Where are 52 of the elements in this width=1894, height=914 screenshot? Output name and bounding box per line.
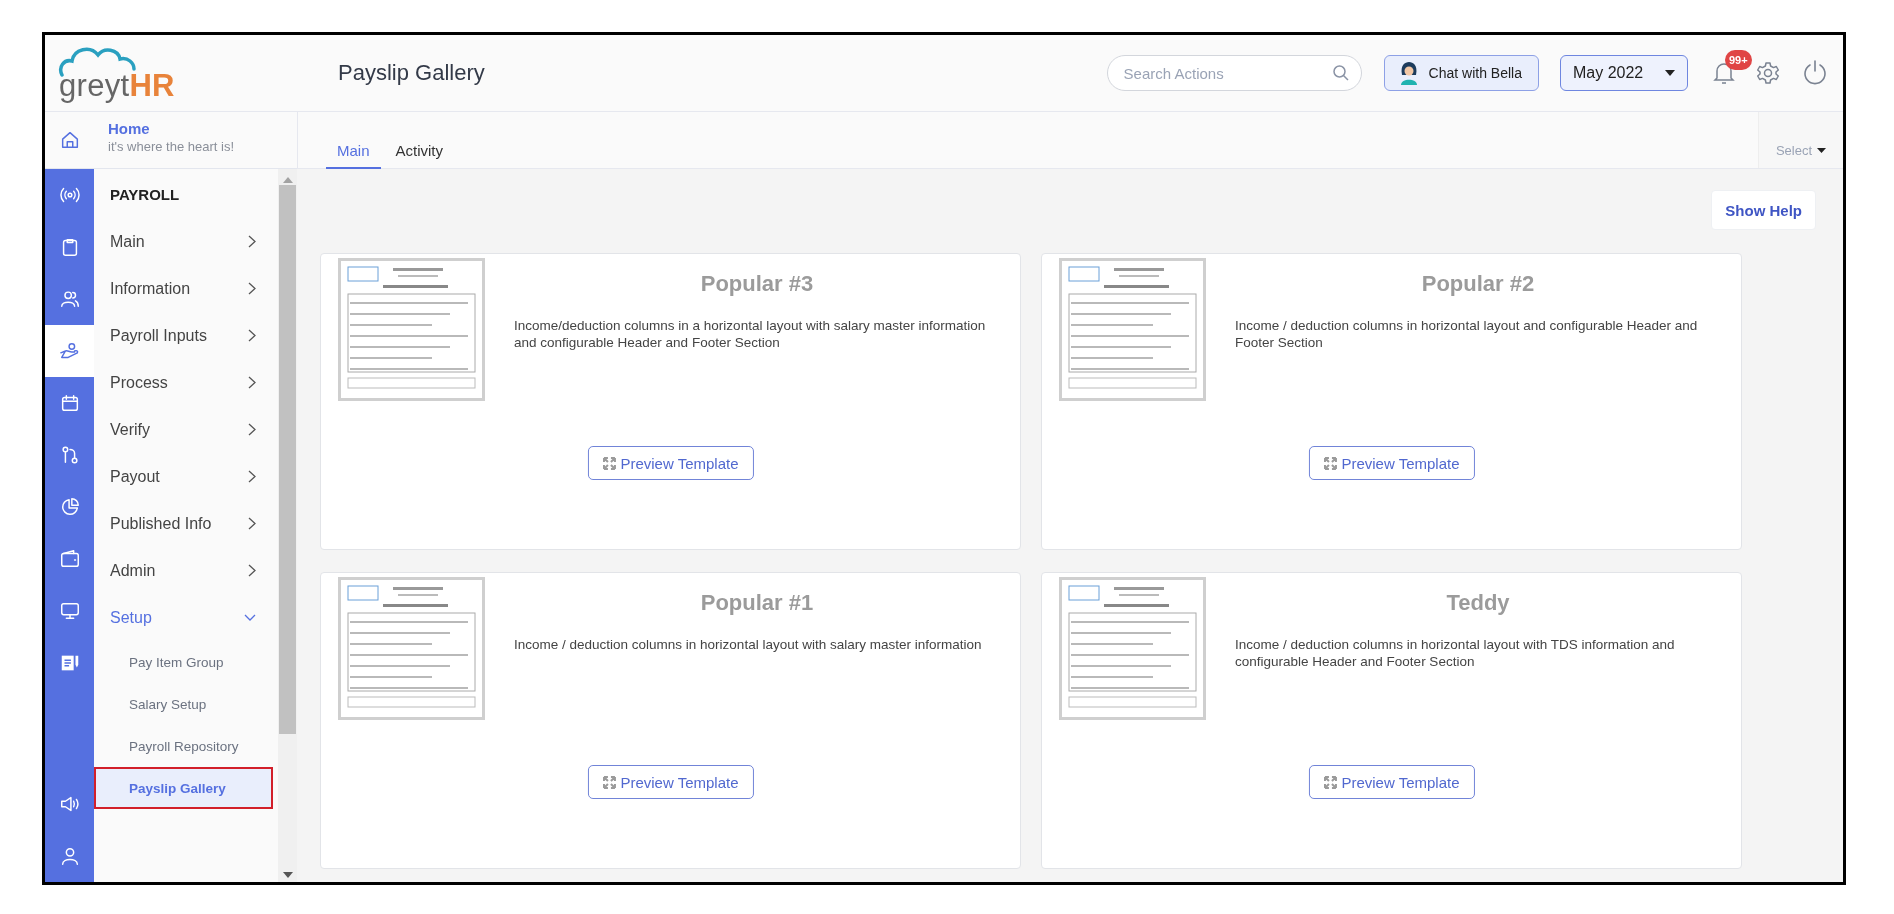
submenu-item[interactable]: Payslip Gallery (94, 767, 273, 809)
caret-icon (1817, 148, 1827, 153)
menu-heading: PAYROLL (109, 185, 181, 205)
template-description: Income / deduction columns in horizontal layout with salary master information (514, 636, 983, 653)
home-subtitle: it's where the heart is! (108, 139, 235, 154)
template-description: Income/deduction columns in a horizontal layout with salary master information and configurable Header and Footer Section (514, 317, 987, 351)
menu-item[interactable]: Process (94, 359, 278, 406)
page-title: Payslip Gallery (338, 60, 486, 86)
power-icon[interactable] (1802, 60, 1828, 86)
notification-badge: 99+ (1725, 50, 1752, 70)
preview-template-button[interactable]: Preview Template (587, 765, 754, 799)
preview-template-button[interactable]: Preview Template (1308, 446, 1475, 480)
submenu-item[interactable]: Payroll Repository (94, 725, 273, 767)
expand-icon (602, 456, 616, 470)
home-link[interactable]: Home (108, 120, 235, 137)
submenu-item[interactable]: Salary Setup (94, 683, 273, 725)
expand-icon (602, 775, 616, 789)
show-help-button[interactable]: Show Help (1711, 190, 1816, 230)
menu-item[interactable]: Verify (94, 406, 278, 453)
template-description: Income / deduction columns in horizontal layout and configurable Header and Footer Section (1235, 317, 1699, 351)
template-title: Popular #3 (699, 271, 815, 297)
tab[interactable]: Main (326, 133, 381, 169)
expand-icon (1323, 456, 1337, 470)
menu-item[interactable]: Payout (94, 453, 278, 500)
expand-icon (1323, 775, 1337, 789)
scrollbar-thumb[interactable] (279, 185, 296, 734)
logo-text: greytHR (59, 70, 175, 101)
month-dropdown[interactable]: May 2022 (1560, 55, 1688, 91)
tab[interactable]: Activity (384, 133, 455, 169)
template-title: Popular #2 (1420, 271, 1536, 297)
search-icon[interactable] (1331, 64, 1350, 82)
menu-item[interactable]: Published Info (94, 500, 278, 547)
monitor-icon[interactable] (58, 600, 81, 622)
menu-item[interactable]: Main (94, 218, 278, 265)
menu-item[interactable]: Admin (94, 547, 278, 594)
preview-template-button[interactable]: Preview Template (587, 446, 754, 480)
wallet-icon[interactable] (58, 548, 81, 570)
template-title: Teddy (1445, 590, 1511, 616)
submenu-item[interactable]: Pay Item Group (94, 641, 273, 683)
search-field[interactable]: Search Actions (1106, 55, 1362, 91)
scroll-down-icon[interactable] (282, 872, 293, 878)
people-icon[interactable] (58, 288, 81, 310)
template-description: Income / deduction columns in horizontal layout with TDS information and configurable Header and Footer Section (1235, 636, 1676, 670)
menu-item[interactable]: Setup (94, 594, 278, 641)
template-title: Popular #1 (699, 590, 815, 616)
preview-template-button[interactable]: Preview Template (1308, 765, 1475, 799)
chat-button[interactable]: Chat with Bella (1383, 55, 1539, 91)
settings-icon[interactable] (1756, 61, 1780, 85)
menu-item[interactable]: Information (94, 265, 278, 312)
menu-item[interactable]: Payroll Inputs (94, 312, 278, 359)
avatar-icon (1398, 61, 1419, 85)
caret-icon (1665, 70, 1675, 76)
